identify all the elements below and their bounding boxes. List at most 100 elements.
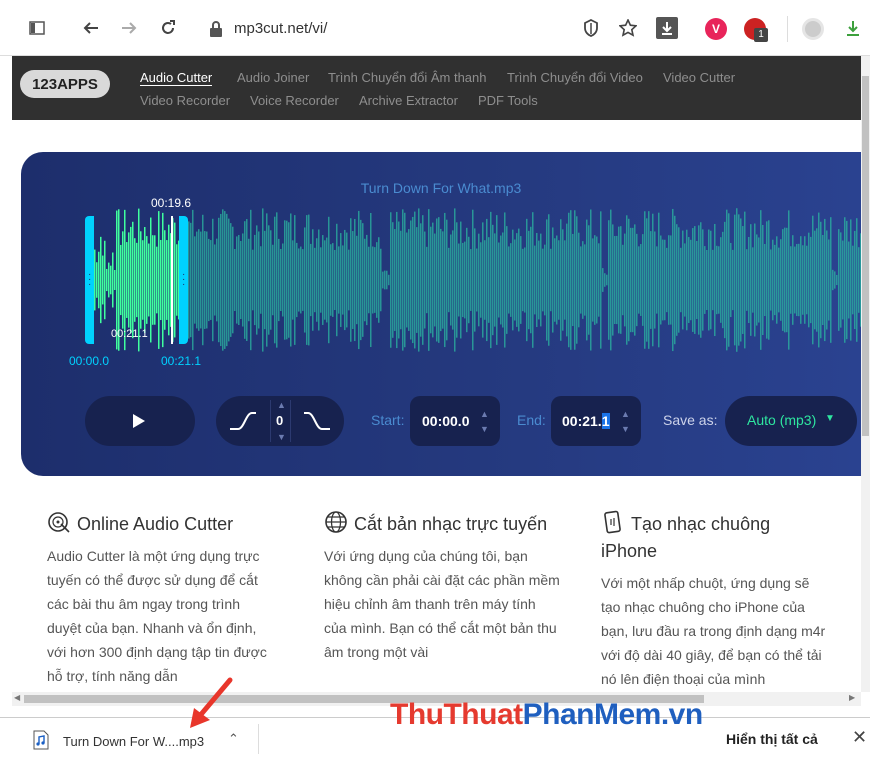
save-as-label: Save as: xyxy=(663,412,718,428)
fade-in-icon[interactable] xyxy=(228,409,258,433)
waveform-bar xyxy=(560,219,562,341)
waveform-bar xyxy=(282,243,284,317)
waveform-bar xyxy=(590,209,592,351)
playhead[interactable] xyxy=(171,216,173,344)
waveform-bar xyxy=(420,223,422,337)
right-trim-handle[interactable]: · · · xyxy=(179,216,188,344)
nav-video-recorder[interactable]: Video Recorder xyxy=(140,93,230,108)
nav-voice-recorder[interactable]: Voice Recorder xyxy=(250,93,339,108)
waveform-bar xyxy=(506,226,508,334)
waveform-bar xyxy=(622,244,624,316)
waveform-bar xyxy=(406,232,408,328)
scroll-left-arrow-icon[interactable]: ◀ xyxy=(14,693,20,702)
waveform-bar xyxy=(692,228,694,332)
waveform-bar xyxy=(344,229,346,331)
waveform-bar xyxy=(820,221,822,339)
waveform-bar xyxy=(372,246,374,314)
waveform-bar xyxy=(330,244,332,316)
waveform-bar xyxy=(376,242,378,318)
scroll-right-arrow-icon[interactable]: ▶ xyxy=(849,693,855,702)
waveform-bar xyxy=(316,238,318,322)
feature-title: Online Audio Cutter xyxy=(77,514,234,534)
waveform-bar xyxy=(730,242,732,318)
start-time-input[interactable]: 00:00.0 ▲ ▼ xyxy=(410,396,500,446)
forward-arrow-icon[interactable] xyxy=(118,17,140,39)
waveform-bar xyxy=(274,216,276,344)
end-label: End: xyxy=(517,412,546,428)
waveform-bar xyxy=(360,219,362,341)
shield-icon[interactable] xyxy=(580,17,602,39)
show-all-downloads-link[interactable]: Hiển thị tất cả xyxy=(726,731,818,747)
left-trim-handle[interactable]: · · · xyxy=(85,216,94,344)
address-bar[interactable]: mp3cut.net/vi/ xyxy=(200,14,680,44)
waveform-bar xyxy=(724,221,726,339)
waveform-bar xyxy=(354,218,356,342)
format-dropdown[interactable]: Auto (mp3) ▼ xyxy=(725,396,857,446)
waveform-bar xyxy=(688,237,690,323)
waveform-bar xyxy=(624,233,626,327)
waveform-bar xyxy=(246,219,248,341)
waveform-bar xyxy=(734,214,736,346)
waveform-bar xyxy=(326,237,328,323)
fade-out-icon[interactable] xyxy=(302,409,332,433)
waveform-bar xyxy=(204,231,206,329)
waveform-bar xyxy=(554,238,556,322)
nav-archive-extractor[interactable]: Archive Extractor xyxy=(359,93,458,108)
waveform-bar xyxy=(522,248,524,312)
back-arrow-icon[interactable] xyxy=(80,17,102,39)
waveform-bar xyxy=(452,230,454,330)
site-logo[interactable]: 123APPS xyxy=(20,70,110,98)
fade-down-arrow-icon[interactable]: ▼ xyxy=(277,432,286,442)
end-up-arrow-icon[interactable]: ▲ xyxy=(621,409,630,419)
waveform-bar xyxy=(96,262,98,298)
waveform-bar xyxy=(760,210,762,350)
nav-audio-cutter[interactable]: Audio Cutter xyxy=(140,70,213,86)
download-options-chevron-icon[interactable]: ⌃ xyxy=(228,731,239,747)
waveform-bar xyxy=(142,240,144,320)
nav-video-converter[interactable]: Trình Chuyển đổi Video xyxy=(507,70,643,85)
waveform-bar xyxy=(780,239,782,321)
waveform-bar xyxy=(536,232,538,328)
play-button[interactable] xyxy=(85,396,195,446)
adblock-extension-icon[interactable]: 1 xyxy=(744,18,768,42)
start-down-arrow-icon[interactable]: ▼ xyxy=(480,424,489,434)
fade-up-arrow-icon[interactable]: ▲ xyxy=(277,400,286,410)
waveform-bar xyxy=(384,270,386,290)
sidebar-toggle-icon[interactable] xyxy=(26,17,48,39)
download-icon[interactable] xyxy=(656,17,678,39)
nav-pdf-tools[interactable]: PDF Tools xyxy=(478,93,538,108)
waveform-bar xyxy=(370,212,372,348)
waveform-bar xyxy=(270,230,272,330)
close-icon[interactable]: ✕ xyxy=(852,727,867,748)
waveform-bar xyxy=(826,230,828,330)
end-down-arrow-icon[interactable]: ▼ xyxy=(621,424,630,434)
update-arrow-icon[interactable] xyxy=(842,17,864,39)
waveform-bar xyxy=(802,245,804,315)
waveform-bar xyxy=(280,248,282,312)
vertical-scrollbar[interactable] xyxy=(861,56,870,692)
waveform-bar xyxy=(832,269,834,291)
star-icon[interactable] xyxy=(617,17,639,39)
waveform-bar xyxy=(252,249,254,311)
waveform-bar xyxy=(436,218,438,342)
waveform-bar xyxy=(380,248,382,312)
waveform-bar xyxy=(578,232,580,328)
download-file-name[interactable]: Turn Down For W....mp3 xyxy=(63,734,204,749)
vivaldi-extension-icon[interactable]: V xyxy=(705,18,727,40)
reload-icon[interactable] xyxy=(157,17,179,39)
waveform-bar xyxy=(714,223,716,337)
nav-video-cutter[interactable]: Video Cutter xyxy=(663,70,735,85)
nav-audio-joiner[interactable]: Audio Joiner xyxy=(237,70,309,85)
nav-audio-converter[interactable]: Trình Chuyển đổi Âm thanh xyxy=(328,70,487,85)
vertical-scroll-thumb[interactable] xyxy=(862,76,869,436)
waveform-bar xyxy=(630,227,632,333)
waveform-bar xyxy=(488,237,490,323)
fade-value[interactable]: 0 xyxy=(276,413,283,428)
start-up-arrow-icon[interactable]: ▲ xyxy=(480,409,489,419)
waveform-bar xyxy=(308,214,310,346)
profile-avatar-icon[interactable] xyxy=(802,18,824,40)
end-time-input[interactable]: 00:21.1 ▲ ▼ xyxy=(551,396,641,446)
waveform-bar xyxy=(626,215,628,345)
waveform-bar xyxy=(450,234,452,326)
waveform-bar xyxy=(456,222,458,338)
